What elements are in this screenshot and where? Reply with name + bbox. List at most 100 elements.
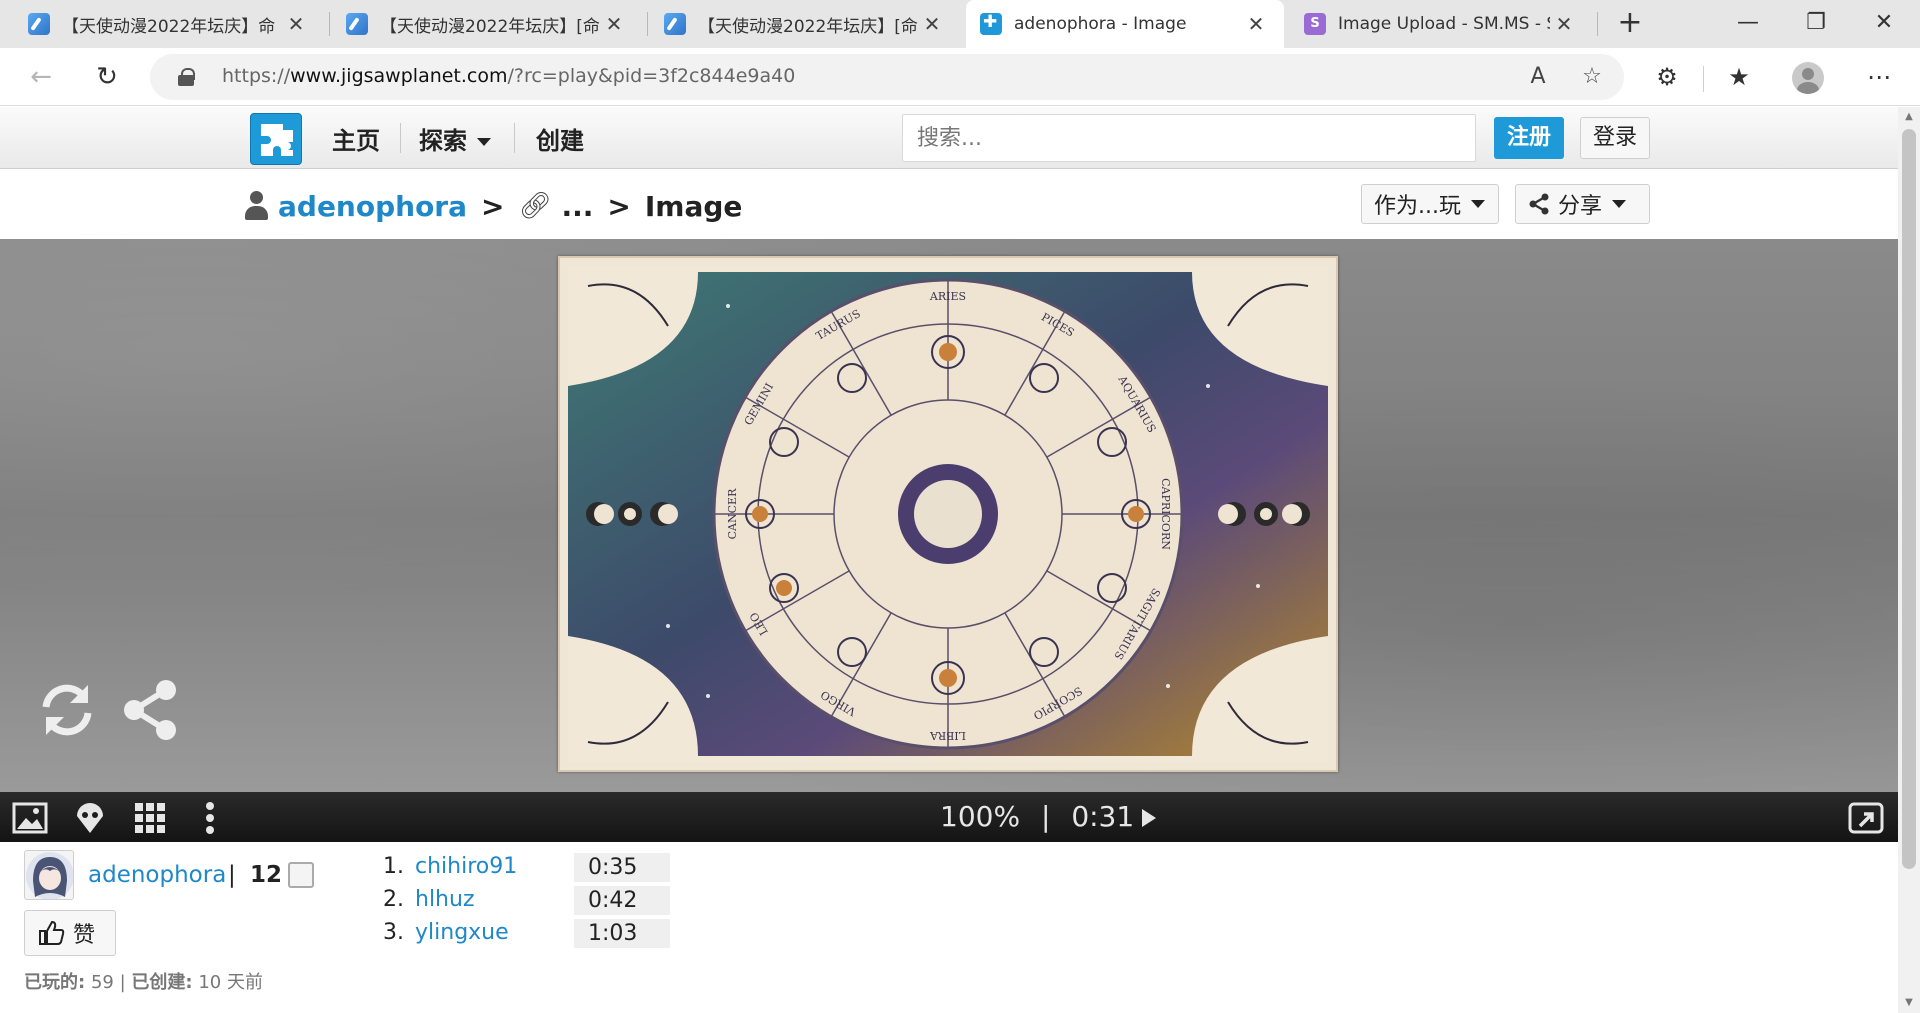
browser-tab-2[interactable]: 【天使动漫2022年坛庆】[命 ✕ <box>332 0 642 48</box>
tab-close-icon[interactable]: ✕ <box>282 12 310 36</box>
site-header: 主页 探索 创建 注册 登录 <box>0 107 1898 169</box>
leaderboard-rank: 2. <box>383 887 404 912</box>
back-arrow-icon[interactable]: ← <box>22 58 60 96</box>
play-icon[interactable] <box>1142 809 1157 827</box>
nav-create[interactable]: 创建 <box>536 121 584 156</box>
leaderboard: 1. chihiro91 0:35 2. hlhuz 0:42 3. yling… <box>380 852 680 951</box>
more-vertical-icon[interactable] <box>192 800 228 836</box>
nav-divider <box>514 123 515 153</box>
leaderboard-time: 0:35 <box>574 853 670 882</box>
zoom-level: 100% <box>940 800 1021 833</box>
smms-icon: S <box>1304 13 1326 35</box>
scrollbar-thumb[interactable] <box>1902 129 1916 869</box>
more-menu-icon[interactable]: ⋯ <box>1860 59 1898 97</box>
scroll-up-icon[interactable]: ▲ <box>1898 109 1920 125</box>
leaderboard-time: 0:42 <box>574 886 670 915</box>
image-preview-icon[interactable] <box>12 800 48 836</box>
search-input[interactable] <box>903 115 1475 161</box>
browser-tab-3[interactable]: 【天使动漫2022年坛庆】[命 ✕ <box>650 0 960 48</box>
url-text[interactable]: https://www.jigsawplanet.com/?rc=play&pi… <box>222 65 795 87</box>
pen-icon <box>28 13 50 35</box>
tab-title: 【天使动漫2022年坛庆】[命 <box>698 16 918 37</box>
scroll-down-icon[interactable]: ▼ <box>1898 995 1920 1011</box>
leaderboard-row: 1. chihiro91 0:35 <box>380 852 680 885</box>
like-button[interactable]: 赞 <box>24 910 116 956</box>
puzzle-toolbar: 100% | 0:31 <box>0 792 1898 842</box>
leaderboard-player[interactable]: chihiro91 <box>415 854 517 879</box>
new-tab-button[interactable]: + <box>1612 6 1648 42</box>
user-icon <box>244 191 268 221</box>
tab-title: adenophora - Image <box>1014 14 1187 34</box>
share-icon[interactable] <box>122 679 180 741</box>
read-aloud-icon[interactable]: A <box>1522 62 1554 94</box>
breadcrumb-user[interactable]: adenophora <box>278 190 467 223</box>
leaderboard-rank: 1. <box>383 854 404 879</box>
author-name[interactable]: adenophora <box>88 862 226 888</box>
play-as-label: 作为...玩 <box>1374 194 1461 219</box>
puzzle-stage[interactable]: ARIES PICES AQUARIUS CAPRICORN SAGITTARI… <box>0 239 1898 792</box>
jigsawplanet-logo-icon[interactable] <box>250 113 302 165</box>
share-label: 分享 <box>1558 194 1603 219</box>
extensions-icon[interactable]: ⚙ <box>1648 59 1686 97</box>
tab-title: 【天使动漫2022年坛庆】[命 <box>380 16 600 37</box>
play-as-dropdown[interactable]: 作为...玩 <box>1361 184 1499 224</box>
add-favorite-icon[interactable]: ☆ <box>1576 62 1608 94</box>
tab-close-icon[interactable]: ✕ <box>1242 12 1270 36</box>
leaderboard-rank: 3. <box>383 920 404 945</box>
tab-separator <box>329 12 330 36</box>
timer: 0:31 <box>1071 800 1135 833</box>
browser-tab-strip: 【天使动漫2022年坛庆】命 ✕ 【天使动漫2022年坛庆】[命 ✕ 【天使动漫… <box>0 0 1920 48</box>
page-scrollbar[interactable]: ▲ ▼ <box>1898 107 1920 1013</box>
shuffle-icon[interactable] <box>36 679 98 741</box>
favorites-icon[interactable]: ★ <box>1720 59 1758 97</box>
pen-icon <box>664 13 686 35</box>
address-bar[interactable]: https://www.jigsawplanet.com/?rc=play&pi… <box>150 54 1624 100</box>
breadcrumb-ellipsis[interactable]: ... <box>562 190 594 223</box>
tab-close-icon[interactable]: ✕ <box>600 12 628 36</box>
author-avatar[interactable] <box>24 850 74 900</box>
leaderboard-player[interactable]: hlhuz <box>415 887 475 912</box>
puzzle-status: 100% | 0:31 <box>940 800 1157 833</box>
register-button[interactable]: 注册 <box>1494 117 1564 159</box>
breadcrumb-separator: > <box>481 189 505 223</box>
tab-close-icon[interactable]: ✕ <box>918 12 946 36</box>
breadcrumb: adenophora > 🔗︎ ... > Image <box>244 186 742 226</box>
fullscreen-icon[interactable] <box>1848 800 1884 836</box>
zodiac-wheel-image: ARIES PICES AQUARIUS CAPRICORN SAGITTARI… <box>568 266 1328 762</box>
grid-icon[interactable] <box>132 800 168 836</box>
lock-icon <box>178 68 195 86</box>
refresh-icon[interactable]: ↻ <box>88 58 126 96</box>
tab-title: 【天使动漫2022年坛庆】命 <box>62 16 276 37</box>
minimize-button[interactable]: — <box>1714 0 1782 48</box>
svg-text:LIBRA: LIBRA <box>929 729 966 742</box>
leaderboard-time: 1:03 <box>574 919 670 948</box>
tab-separator <box>1597 12 1598 36</box>
address-bar-row: ← ↻ https://www.jigsawplanet.com/?rc=pla… <box>0 48 1920 106</box>
share-dropdown[interactable]: 分享 <box>1515 184 1650 224</box>
browser-tab-1[interactable]: 【天使动漫2022年坛庆】命 ✕ <box>14 0 324 48</box>
jigsaw-icon <box>980 12 1002 35</box>
status-divider: | <box>1040 800 1051 833</box>
close-window-button[interactable]: ✕ <box>1850 0 1918 48</box>
nav-explore[interactable]: 探索 <box>419 121 491 156</box>
breadcrumb-separator: > <box>607 189 631 223</box>
browser-tab-5[interactable]: S Image Upload - SM.MS - Si ✕ <box>1290 0 1592 48</box>
puzzle-image[interactable]: ARIES PICES AQUARIUS CAPRICORN SAGITTARI… <box>558 256 1338 772</box>
like-label: 赞 <box>73 923 96 948</box>
login-button[interactable]: 登录 <box>1580 117 1650 159</box>
nav-home[interactable]: 主页 <box>332 121 380 156</box>
played-label: 已玩的: <box>24 972 86 993</box>
tab-title: Image Upload - SM.MS - Si <box>1338 14 1550 34</box>
leaderboard-player[interactable]: ylingxue <box>415 920 509 945</box>
puzzle-stats: 已玩的: 59 | 已创建: 10 天前 <box>24 968 263 994</box>
chevron-down-icon <box>1470 200 1485 208</box>
link-icon[interactable]: 🔗︎ <box>518 191 551 221</box>
tab-close-icon[interactable]: ✕ <box>1550 12 1578 36</box>
pen-icon <box>346 13 368 35</box>
profile-avatar-icon[interactable] <box>1792 62 1824 94</box>
browser-tab-active[interactable]: adenophora - Image ✕ <box>966 0 1284 48</box>
search-field[interactable] <box>902 114 1476 162</box>
restore-button[interactable]: ❐ <box>1782 0 1850 48</box>
count-badge-icon <box>288 862 314 888</box>
ghost-image-icon[interactable] <box>72 800 108 836</box>
